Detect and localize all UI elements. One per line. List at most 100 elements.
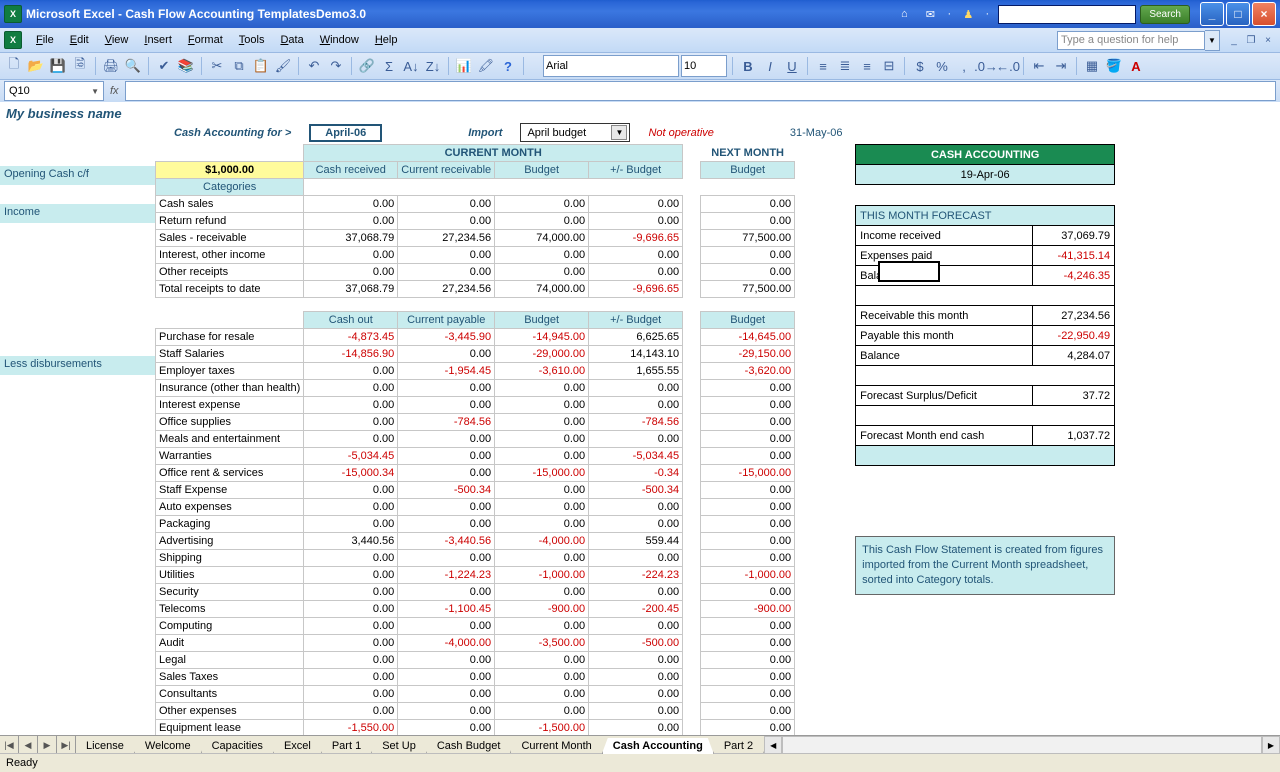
table-row[interactable]: Packaging0.000.000.000.000.00: [156, 516, 795, 533]
sheet-tab[interactable]: Part 2: [713, 738, 764, 754]
undo-icon[interactable]: ↶: [304, 56, 324, 76]
table-row[interactable]: Interest, other income0.000.000.000.000.…: [156, 247, 795, 264]
table-row[interactable]: Audit0.00-4,000.00-3,500.00-500.000.00: [156, 635, 795, 652]
sheet-tab[interactable]: Capacities: [201, 738, 274, 754]
table-row[interactable]: Security0.000.000.000.000.00: [156, 584, 795, 601]
drawing-icon[interactable]: 🖍: [476, 56, 496, 76]
preview-icon[interactable]: 🔍: [123, 56, 143, 76]
help-icon[interactable]: ?: [498, 56, 518, 76]
forecast-table[interactable]: THIS MONTH FORECAST Income received37,06…: [855, 205, 1115, 466]
menu-edit[interactable]: Edit: [62, 32, 97, 48]
table-row[interactable]: Staff Salaries-14,856.900.00-29,000.0014…: [156, 346, 795, 363]
table-row[interactable]: Insurance (other than health)0.000.000.0…: [156, 380, 795, 397]
table-row[interactable]: Other expenses0.000.000.000.000.00: [156, 703, 795, 720]
main-grid[interactable]: CURRENT MONTH NEXT MONTH $1,000.00 Cash …: [155, 144, 795, 736]
minimize-button[interactable]: _: [1200, 2, 1224, 26]
table-row[interactable]: Utilities0.00-1,224.23-1,000.00-224.23-1…: [156, 567, 795, 584]
tab-nav-next[interactable]: ▶: [38, 736, 57, 754]
tab-nav-first[interactable]: |◀: [0, 736, 19, 754]
sheet-tab[interactable]: Welcome: [134, 738, 202, 754]
menu-view[interactable]: View: [97, 32, 137, 48]
menu-window[interactable]: Window: [312, 32, 367, 48]
table-row[interactable]: Auto expenses0.000.000.000.000.00: [156, 499, 795, 516]
table-row[interactable]: Warranties-5,034.450.000.00-5,034.450.00: [156, 448, 795, 465]
search-input[interactable]: [998, 5, 1136, 24]
table-row[interactable]: Sales Taxes0.000.000.000.000.00: [156, 669, 795, 686]
mdi-restore[interactable]: ❐: [1243, 32, 1259, 48]
save-icon[interactable]: 💾: [48, 56, 68, 76]
close-button[interactable]: ×: [1252, 2, 1276, 26]
cut-icon[interactable]: ✂: [207, 56, 227, 76]
table-row[interactable]: Advertising3,440.56-3,440.56-4,000.00559…: [156, 533, 795, 550]
hscroll-left[interactable]: ◀: [764, 736, 782, 754]
underline-icon[interactable]: U: [782, 56, 802, 76]
sheet-tab[interactable]: Excel: [273, 738, 322, 754]
hscroll-right[interactable]: ▶: [1262, 736, 1280, 754]
open-icon[interactable]: 📂: [26, 56, 46, 76]
table-row[interactable]: Purchase for resale-4,873.45-3,445.90-14…: [156, 329, 795, 346]
format-painter-icon[interactable]: 🖌: [273, 56, 293, 76]
copy-icon[interactable]: ⧉: [229, 56, 249, 76]
hyperlink-icon[interactable]: 🔗: [357, 56, 377, 76]
tab-nav-last[interactable]: ▶|: [57, 736, 76, 754]
inc-decimal-icon[interactable]: .0→: [976, 56, 996, 76]
table-row[interactable]: Meals and entertainment0.000.000.000.000…: [156, 431, 795, 448]
sort-desc-icon[interactable]: Z↓: [423, 56, 443, 76]
table-row[interactable]: Shipping0.000.000.000.000.00: [156, 550, 795, 567]
mdi-close[interactable]: ×: [1260, 32, 1276, 48]
inc-indent-icon[interactable]: ⇥: [1051, 56, 1071, 76]
table-row[interactable]: Cash sales0.000.000.000.000.00: [156, 196, 795, 213]
table-row[interactable]: Telecoms0.00-1,100.45-900.00-200.45-900.…: [156, 601, 795, 618]
fill-color-icon[interactable]: 🪣: [1104, 56, 1124, 76]
percent-icon[interactable]: %: [932, 56, 952, 76]
table-row[interactable]: Other receipts0.000.000.000.000.00: [156, 264, 795, 281]
help-search-input[interactable]: [1057, 31, 1205, 50]
hscroll-track[interactable]: [782, 736, 1262, 754]
maximize-button[interactable]: □: [1226, 2, 1250, 26]
table-row[interactable]: Office supplies0.00-784.560.00-784.560.0…: [156, 414, 795, 431]
sheet-tab[interactable]: License: [76, 738, 135, 754]
mdi-minimize[interactable]: _: [1226, 32, 1242, 48]
help-search-dropdown[interactable]: ▼: [1205, 30, 1220, 51]
dec-decimal-icon[interactable]: ←.0: [998, 56, 1018, 76]
borders-icon[interactable]: ▦: [1082, 56, 1102, 76]
currency-icon[interactable]: $: [910, 56, 930, 76]
print-icon[interactable]: 🖨: [101, 56, 121, 76]
menu-data[interactable]: Data: [272, 32, 311, 48]
tab-nav-prev[interactable]: ◀: [19, 736, 38, 754]
sort-asc-icon[interactable]: A↓: [401, 56, 421, 76]
import-dropdown[interactable]: April budget ▼: [520, 123, 630, 142]
sheet-tab[interactable]: Set Up: [371, 738, 427, 754]
align-right-icon[interactable]: ≡: [857, 56, 877, 76]
search-button[interactable]: Search: [1140, 5, 1190, 24]
menu-help[interactable]: Help: [367, 32, 406, 48]
table-row[interactable]: Staff Expense0.00-500.340.00-500.340.00: [156, 482, 795, 499]
table-row[interactable]: Consultants0.000.000.000.000.00: [156, 686, 795, 703]
menu-insert[interactable]: Insert: [136, 32, 180, 48]
font-color-icon[interactable]: A: [1126, 56, 1146, 76]
paste-icon[interactable]: 📋: [251, 56, 271, 76]
merge-icon[interactable]: ⊟: [879, 56, 899, 76]
sheet-tab[interactable]: Cash Accounting: [602, 738, 714, 754]
menu-tools[interactable]: Tools: [231, 32, 273, 48]
chart-icon[interactable]: 📊: [454, 56, 474, 76]
table-row[interactable]: Employer taxes0.00-1,954.45-3,610.001,65…: [156, 363, 795, 380]
table-row[interactable]: Office rent & services-15,000.340.00-15,…: [156, 465, 795, 482]
mail-icon[interactable]: ✉: [920, 5, 940, 23]
font-size-select[interactable]: [681, 55, 727, 77]
bold-icon[interactable]: B: [738, 56, 758, 76]
table-row[interactable]: Interest expense0.000.000.000.000.00: [156, 397, 795, 414]
chevron-down-icon[interactable]: ▼: [91, 87, 99, 96]
spell-icon[interactable]: ✔: [154, 56, 174, 76]
redo-icon[interactable]: ↷: [326, 56, 346, 76]
align-center-icon[interactable]: ≣: [835, 56, 855, 76]
research-icon[interactable]: 📚: [176, 56, 196, 76]
align-left-icon[interactable]: ≡: [813, 56, 833, 76]
dec-indent-icon[interactable]: ⇤: [1029, 56, 1049, 76]
permission-icon[interactable]: 🗟: [70, 56, 90, 76]
sheet-tab[interactable]: Part 1: [321, 738, 372, 754]
comma-icon[interactable]: ,: [954, 56, 974, 76]
home-icon[interactable]: ⌂: [894, 5, 914, 23]
autosum-icon[interactable]: Σ: [379, 56, 399, 76]
table-row[interactable]: Computing0.000.000.000.000.00: [156, 618, 795, 635]
